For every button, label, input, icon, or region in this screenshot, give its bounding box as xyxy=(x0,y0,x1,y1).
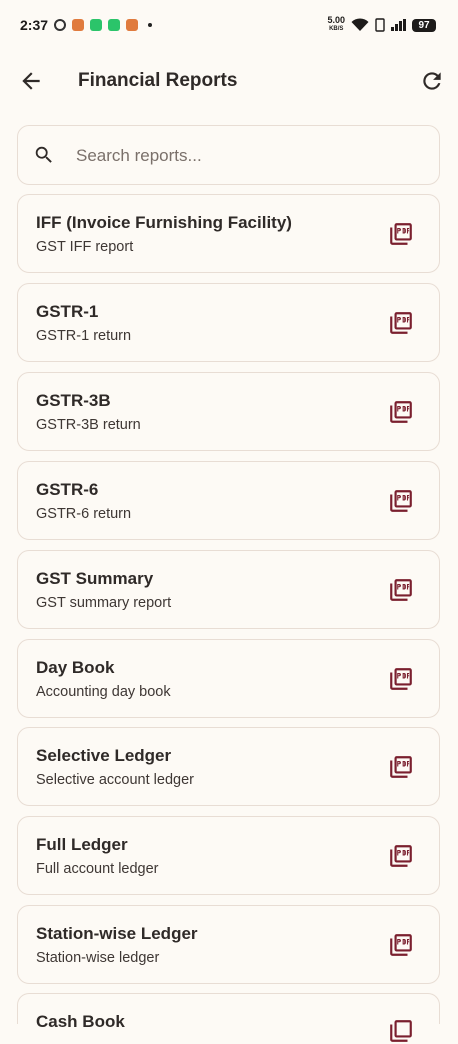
report-card-gstr3b[interactable]: GSTR-3B GSTR-3B return xyxy=(17,372,440,451)
report-subtitle: GSTR-3B return xyxy=(36,417,141,433)
report-title: Full Ledger xyxy=(36,835,128,854)
threads-notification-icon xyxy=(54,19,67,31)
report-subtitle: GSTR-6 return xyxy=(36,506,132,522)
pdf-icon[interactable] xyxy=(388,754,414,780)
report-card-selective-ledger[interactable]: Selective Ledger Selective account ledge… xyxy=(17,727,440,806)
report-card-gstr1[interactable]: GSTR-1 GSTR-1 return xyxy=(17,283,440,362)
wifi-icon xyxy=(351,18,369,31)
report-title: Station-wise Ledger xyxy=(36,924,198,943)
pdf-icon[interactable] xyxy=(388,843,414,869)
refresh-icon[interactable] xyxy=(419,68,445,94)
report-subtitle: Full account ledger xyxy=(36,861,159,877)
report-title: GSTR-6 xyxy=(36,480,99,499)
report-card-gst-summary[interactable]: GST Summary GST summary report xyxy=(17,550,440,629)
status-right: 5.00 KB/S 97 xyxy=(327,16,436,34)
volte-icon xyxy=(375,18,385,32)
app-notification-icon xyxy=(108,19,121,31)
search-icon xyxy=(35,146,52,163)
pdf-icon[interactable] xyxy=(388,488,414,514)
report-subtitle: GSTR-1 return xyxy=(36,328,132,344)
network-speed-unit: KB/S xyxy=(329,26,344,32)
report-title: GSTR-3B xyxy=(36,391,111,410)
report-title: GST Summary xyxy=(36,569,154,588)
report-title: Day Book xyxy=(36,658,115,677)
report-subtitle: GST summary report xyxy=(36,595,172,611)
network-speed-value: 5.00 xyxy=(327,15,345,25)
app-notification-icon xyxy=(90,19,103,31)
report-subtitle: Station-wise ledger xyxy=(36,950,160,966)
network-speed: 5.00 KB/S xyxy=(327,16,345,34)
report-card-day-book[interactable]: Day Book Accounting day book xyxy=(17,639,440,718)
pdf-icon[interactable] xyxy=(388,310,414,336)
app-bar: Financial Reports xyxy=(0,52,458,112)
report-subtitle: Accounting day book xyxy=(36,684,171,700)
app-notification-icon xyxy=(72,19,85,31)
report-title: Cash Book xyxy=(36,1012,125,1031)
app-notification-icon xyxy=(126,19,139,31)
status-left: 2:37 xyxy=(20,17,153,33)
report-card-full-ledger[interactable]: Full Ledger Full account ledger xyxy=(17,816,440,895)
pdf-icon[interactable] xyxy=(388,1018,414,1044)
report-title: IFF (Invoice Furnishing Facility) xyxy=(36,213,292,232)
pdf-icon[interactable] xyxy=(388,577,414,603)
pdf-icon[interactable] xyxy=(388,399,414,425)
page-title: Financial Reports xyxy=(78,70,238,91)
more-notifications-icon xyxy=(148,23,153,27)
report-title: Selective Ledger xyxy=(36,746,172,765)
back-arrow-icon[interactable] xyxy=(18,68,44,94)
report-card-gstr6[interactable]: GSTR-6 GSTR-6 return xyxy=(17,461,440,540)
battery-icon: 97 xyxy=(412,18,436,32)
search-bar[interactable] xyxy=(17,125,440,185)
report-card-station-wise-ledger[interactable]: Station-wise Ledger Station-wise ledger xyxy=(17,905,440,984)
pdf-icon[interactable] xyxy=(388,221,414,247)
status-bar: 2:37 5.00 KB/S 97 xyxy=(0,0,458,50)
report-title: GSTR-1 xyxy=(36,302,99,321)
signal-icon xyxy=(391,19,406,31)
search-input[interactable] xyxy=(74,140,418,172)
status-time: 2:37 xyxy=(20,17,49,33)
report-subtitle: GST IFF report xyxy=(36,239,134,255)
report-card-cash-book[interactable]: Cash Book xyxy=(17,993,440,1042)
pdf-icon[interactable] xyxy=(388,666,414,692)
pdf-icon[interactable] xyxy=(388,932,414,958)
report-subtitle: Selective account ledger xyxy=(36,772,194,788)
report-card-iff[interactable]: IFF (Invoice Furnishing Facility) GST IF… xyxy=(17,194,440,273)
